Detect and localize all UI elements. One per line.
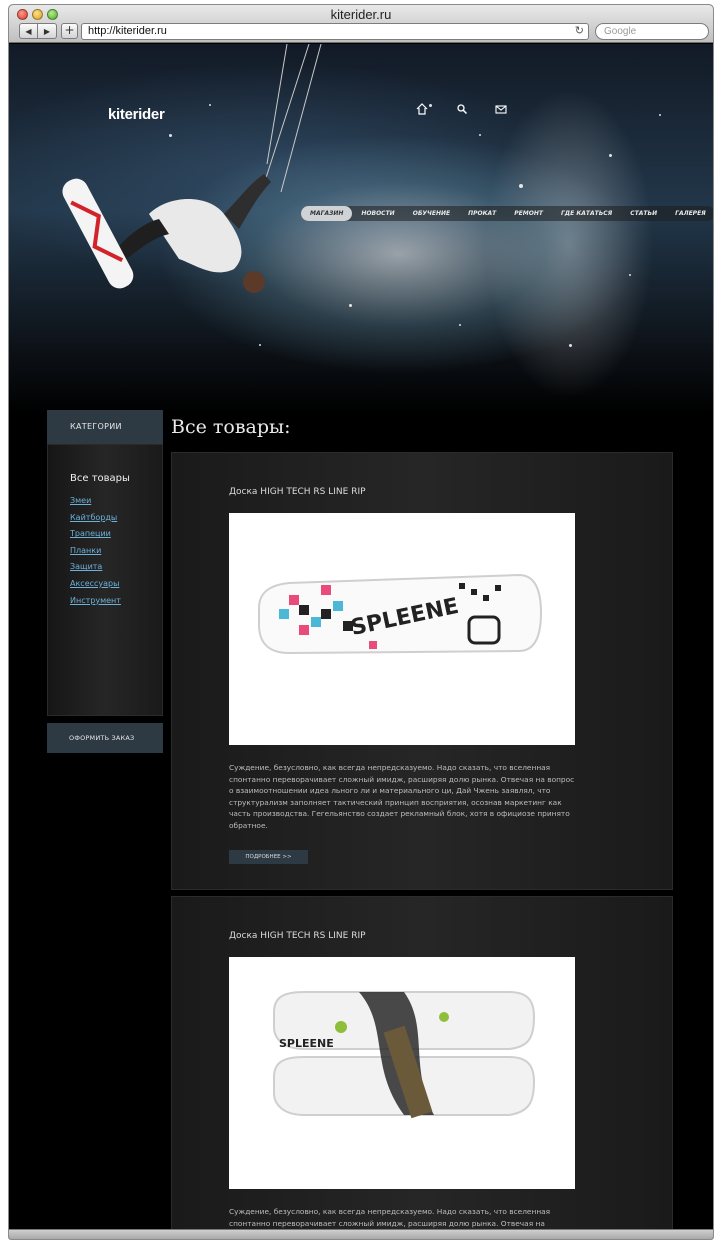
product-title[interactable]: Доска HIGH TECH RS LINE RIP [229, 487, 366, 497]
product-card: Доска HIGH TECH RS LINE RIP SPLEENE Сужд… [171, 896, 673, 1231]
nav-item-training[interactable]: Обучение [404, 206, 459, 221]
search-field[interactable]: Google [595, 23, 709, 40]
kite-lines [62, 44, 322, 293]
product-title[interactable]: Доска HIGH TECH RS LINE RIP [229, 931, 366, 941]
kiteboard-image: SPLEENE [258, 573, 543, 655]
product-description: Суждение, безусловно, как всегда непредс… [229, 1207, 551, 1228]
product-image[interactable]: SPLEENE [229, 957, 575, 1189]
category-link-tools[interactable]: Инструмент [70, 596, 121, 613]
hero-banner: kiterider Магазин Новости Обучение Прока… [9, 44, 713, 414]
back-button[interactable]: ◀ [19, 23, 38, 39]
history-buttons: ◀ ▶ [19, 23, 57, 39]
product-image[interactable]: SPLEENE [229, 513, 575, 745]
address-bar[interactable]: http://kiterider.ru ↻ [81, 23, 589, 40]
product-card: Доска HIGH TECH RS LINE RIP SPLEENE Сужд… [171, 452, 673, 890]
category-all[interactable]: Все товары [70, 473, 130, 484]
page-title: Все товары: [171, 416, 291, 438]
window-title: kiterider.ru [330, 7, 392, 22]
nav-item-rental[interactable]: Прокат [459, 206, 505, 221]
nav-item-news[interactable]: Новости [352, 206, 403, 221]
nav-item-spots[interactable]: Где кататься [552, 206, 621, 221]
category-link-kiteboards[interactable]: Кайтборды [70, 513, 121, 530]
nav-item-repair[interactable]: Ремонт [505, 206, 552, 221]
forward-button[interactable]: ▶ [38, 23, 57, 39]
place-order-button[interactable]: ОФОРМИТЬ ЗАКАЗ [47, 723, 163, 753]
category-link-protection[interactable]: Защита [70, 562, 121, 579]
add-bookmark-button[interactable]: + [61, 23, 78, 39]
categories-header: КАТЕГОРИИ [47, 410, 163, 444]
kiteboard-image [62, 178, 134, 289]
home-icon[interactable] [416, 103, 428, 115]
category-link-accessories[interactable]: Аксессуары [70, 579, 121, 596]
nav-item-articles[interactable]: Статьи [621, 206, 666, 221]
category-link-kites[interactable]: Змеи [70, 496, 121, 513]
main-navigation: Магазин Новости Обучение Прокат Ремонт Г… [301, 206, 713, 221]
nav-item-shop[interactable]: Магазин [301, 206, 353, 221]
mail-icon[interactable] [495, 103, 507, 115]
search-icon[interactable] [456, 103, 468, 115]
status-bar [9, 1229, 713, 1239]
category-list: Змеи Кайтборды Трапеции Планки Защита Ак… [70, 496, 121, 612]
category-link-harnesses[interactable]: Трапеции [70, 529, 121, 546]
board-brand-text: SPLEENE [279, 1037, 334, 1050]
kiteboarder-figure [109, 174, 271, 293]
kiteboard-image: SPLEENE [273, 991, 536, 1119]
search-placeholder: Google [604, 26, 637, 37]
more-details-button[interactable]: ПОДРОБНЕЕ >> [229, 850, 308, 864]
browser-toolbar: kiterider.ru ◀ ▶ + http://kiterider.ru ↻… [9, 5, 713, 43]
page-viewport[interactable]: kiterider Магазин Новости Обучение Прока… [9, 44, 713, 1231]
product-description: Суждение, безусловно, как всегда непредс… [229, 763, 575, 830]
category-link-bars[interactable]: Планки [70, 546, 121, 563]
reload-icon[interactable]: ↻ [575, 24, 584, 37]
url-text: http://kiterider.ru [88, 25, 167, 37]
categories-panel: Все товары Змеи Кайтборды Трапеции Планк… [47, 444, 163, 716]
site-logo[interactable]: kiterider [108, 106, 165, 123]
browser-window: kiterider.ru ◀ ▶ + http://kiterider.ru ↻… [8, 4, 714, 1240]
nav-item-gallery[interactable]: Галерея [666, 206, 713, 221]
